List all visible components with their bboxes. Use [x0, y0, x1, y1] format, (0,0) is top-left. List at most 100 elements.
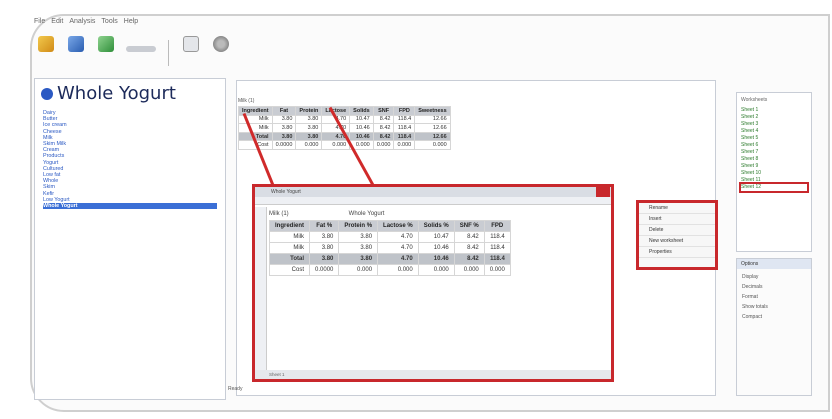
context-menu-item[interactable]: New worksheet — [639, 236, 715, 247]
grid-cell[interactable]: 0.000 — [377, 264, 419, 276]
grid-header[interactable]: Protein % — [338, 220, 379, 232]
context-menu-item[interactable]: Delete — [639, 225, 715, 236]
context-menu-item[interactable]: Insert — [639, 214, 715, 225]
context-menu-item[interactable]: Properties — [639, 247, 715, 258]
grid-cell[interactable]: 0.000 — [372, 140, 395, 150]
grid-cell[interactable]: 3.80 — [338, 253, 379, 265]
option-item[interactable]: Format — [742, 292, 806, 302]
grid-header[interactable]: Ingredient — [268, 220, 311, 232]
grid-cell[interactable]: 8.42 — [372, 123, 395, 133]
worksheet-item[interactable]: Sheet 10 — [741, 170, 807, 177]
worksheet-item[interactable]: Sheet 2 — [741, 114, 807, 121]
worksheet-item[interactable]: Sheet 3 — [741, 121, 807, 128]
option-item[interactable]: Show totals — [742, 302, 806, 312]
grid-cell[interactable]: 118.4 — [483, 242, 511, 254]
grid-cell[interactable]: 118.4 — [393, 131, 416, 142]
grid-cell[interactable]: 4.70 — [321, 123, 351, 133]
grid-cell[interactable]: 3.80 — [295, 131, 323, 142]
grid-cell[interactable]: 3.80 — [309, 253, 340, 265]
grid-cell[interactable]: 118.4 — [393, 114, 416, 125]
grid-header[interactable]: FPD — [393, 106, 416, 116]
grid-cell[interactable]: 118.4 — [483, 231, 511, 243]
grid-cell[interactable]: 0.000 — [483, 264, 511, 276]
menu-help[interactable]: Help — [124, 18, 138, 25]
grid-cell[interactable]: 10.46 — [417, 242, 455, 254]
grid-cell[interactable]: 4.70 — [377, 231, 419, 243]
grid-cell[interactable]: 4.70 — [377, 253, 419, 265]
grid-header[interactable]: SNF % — [453, 220, 485, 232]
grid-cell[interactable]: 3.80 — [338, 231, 379, 243]
popup-titlebar[interactable]: Whole Yogurt — [255, 187, 611, 197]
grid-header[interactable]: SNF — [372, 106, 395, 116]
grid-cell[interactable]: 0.000 — [453, 264, 485, 276]
grid-cell[interactable]: Total — [268, 253, 311, 265]
grid-cell[interactable]: Milk — [238, 123, 273, 133]
menu-edit[interactable]: Edit — [51, 18, 63, 25]
grid-cell[interactable]: 10.46 — [349, 123, 374, 133]
grid-cell[interactable]: 12.66 — [414, 123, 451, 133]
grid-cell[interactable]: 8.42 — [372, 114, 395, 125]
grid-cell[interactable]: Milk — [268, 231, 311, 243]
menu-file[interactable]: File — [34, 18, 45, 25]
grid-header[interactable]: Sweetness — [414, 106, 451, 116]
grid-cell[interactable]: Milk — [268, 242, 311, 254]
grid-cell[interactable]: 3.80 — [295, 114, 323, 125]
grid-cell[interactable]: 12.66 — [414, 114, 451, 125]
grid-cell[interactable]: 8.42 — [372, 131, 395, 142]
grid-header[interactable]: Solids — [349, 106, 374, 116]
worksheet-item-selected[interactable]: Sheet 12 — [739, 182, 809, 193]
grid-header[interactable]: Lactose % — [377, 220, 419, 232]
edit-button[interactable] — [34, 36, 58, 66]
worksheet-item[interactable]: Sheet 1 — [741, 107, 807, 114]
worksheet-item[interactable]: Sheet 9 — [741, 163, 807, 170]
context-menu-item[interactable]: Rename — [639, 203, 715, 214]
grid-cell[interactable]: 8.42 — [453, 231, 485, 243]
page-button[interactable] — [179, 36, 203, 66]
grid-cell[interactable]: 10.47 — [417, 231, 455, 243]
grid-cell[interactable]: 3.80 — [295, 123, 323, 133]
settings-button[interactable] — [209, 36, 233, 66]
grid-cell[interactable]: 0.000 — [417, 264, 455, 276]
grid-cell[interactable]: Cost — [268, 264, 311, 276]
slider-control[interactable] — [124, 36, 158, 66]
menu-analysis[interactable]: Analysis — [69, 18, 95, 25]
grid-cell[interactable]: 10.47 — [349, 114, 374, 125]
grid-header[interactable]: FPD — [483, 220, 511, 232]
document-button[interactable] — [64, 36, 88, 66]
grid-cell[interactable]: 3.80 — [271, 114, 297, 125]
search-button[interactable] — [94, 36, 118, 66]
grid-cell[interactable]: 3.80 — [309, 242, 340, 254]
grid-cell[interactable]: 3.80 — [271, 131, 297, 142]
grid-header[interactable]: Protein — [295, 106, 323, 116]
grid-cell[interactable]: 8.42 — [453, 242, 485, 254]
grid-header[interactable]: Solids % — [417, 220, 455, 232]
worksheet-item[interactable]: Sheet 4 — [741, 128, 807, 135]
grid-cell[interactable]: 10.46 — [349, 131, 374, 142]
worksheet-item[interactable]: Sheet 6 — [741, 142, 807, 149]
worksheet-item[interactable]: Sheet 5 — [741, 135, 807, 142]
grid-cell[interactable]: 0.000 — [321, 140, 351, 150]
grid-cell[interactable]: 3.80 — [271, 123, 297, 133]
grid-cell[interactable]: 0.000 — [414, 140, 451, 150]
grid-cell[interactable]: 4.70 — [377, 242, 419, 254]
grid-cell[interactable]: 12.66 — [414, 131, 451, 142]
menu-tools[interactable]: Tools — [101, 18, 117, 25]
grid-cell[interactable]: 0.000 — [338, 264, 379, 276]
grid-cell[interactable]: 0.0000 — [271, 140, 297, 150]
grid-header[interactable]: Fat % — [309, 220, 340, 232]
grid-cell[interactable]: 0.0000 — [309, 264, 340, 276]
option-item[interactable]: Display — [742, 272, 806, 282]
option-item[interactable]: Compact — [742, 312, 806, 322]
grid-header[interactable]: Fat — [271, 106, 297, 116]
grid-cell[interactable]: 118.4 — [483, 253, 511, 265]
worksheet-item[interactable]: Sheet 8 — [741, 156, 807, 163]
grid-cell[interactable]: 118.4 — [393, 123, 416, 133]
worksheet-item[interactable]: Sheet 7 — [741, 149, 807, 156]
option-item[interactable]: Decimals — [742, 282, 806, 292]
grid-cell[interactable]: 3.80 — [309, 231, 340, 243]
grid-cell[interactable]: 0.000 — [295, 140, 323, 150]
worksheet-item[interactable]: Sheet 11 — [741, 177, 807, 184]
grid-cell[interactable]: 10.46 — [417, 253, 455, 265]
grid-header[interactable]: Lactose — [321, 106, 351, 116]
grid-cell[interactable]: 0.000 — [393, 140, 416, 150]
